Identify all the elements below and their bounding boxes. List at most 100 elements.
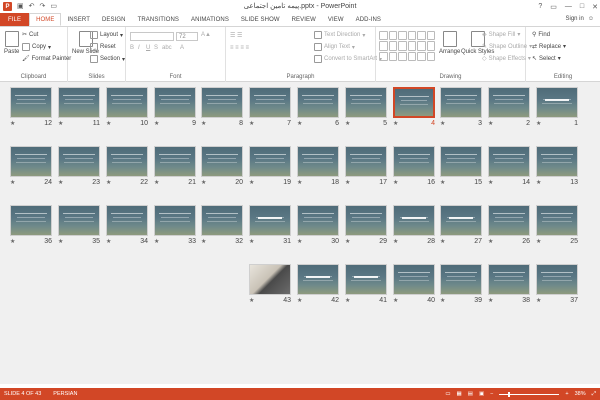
slide-thumbnail[interactable]: ★ 27 (440, 205, 482, 245)
slide-preview[interactable] (488, 87, 530, 118)
shape-cell[interactable] (426, 51, 435, 61)
slide-preview[interactable] (106, 87, 148, 118)
slide-preview[interactable] (201, 146, 243, 177)
tab-insert[interactable]: INSERT (61, 13, 96, 26)
slide-preview[interactable] (249, 146, 291, 177)
transition-star-icon[interactable]: ★ (58, 120, 63, 127)
slide-preview[interactable] (154, 146, 196, 177)
copy-button[interactable]: Copy ▾ (22, 43, 51, 51)
slide-thumbnail[interactable]: ★ 35 (58, 205, 100, 245)
slide-thumbnail[interactable]: ★ 33 (154, 205, 196, 245)
shape-cell[interactable] (398, 51, 407, 61)
transition-star-icon[interactable]: ★ (249, 297, 254, 304)
transition-star-icon[interactable]: ★ (297, 297, 302, 304)
slide-thumbnail[interactable]: ★ 41 (345, 264, 387, 304)
slide-preview[interactable] (488, 146, 530, 177)
transition-star-icon[interactable]: ★ (249, 179, 254, 186)
tab-file[interactable]: FILE (0, 13, 30, 26)
convert-smartart-button[interactable]: Convert to SmartArt ▾ (314, 55, 382, 63)
slide-preview[interactable] (536, 264, 578, 295)
slide-thumbnail[interactable]: ★ 15 (440, 146, 482, 186)
slide-sorter[interactable]: ★ 1 ★ 2 ★ 3 ★ 4 ★ 5 ★ 6 ★ 7 ★ 8 ★ 9 ★ 10 ★ 11 ★ 12 ★ 13 ★ 14 ★ 15 ★ 16 ★… (0, 82, 600, 384)
slide-preview[interactable] (393, 264, 435, 295)
find-button[interactable]: ⚲ Find (532, 31, 550, 39)
transition-star-icon[interactable]: ★ (345, 120, 350, 127)
slide-thumbnail[interactable]: ★ 34 (106, 205, 148, 245)
shape-cell[interactable] (426, 31, 435, 41)
transition-star-icon[interactable]: ★ (10, 238, 15, 245)
shape-fill-button[interactable]: ◈ Shape Fill ▾ (482, 31, 520, 39)
transition-star-icon[interactable]: ★ (440, 238, 445, 245)
shape-outline-button[interactable]: ✎ Shape Outline ▾ (482, 43, 532, 51)
slide-thumbnail[interactable]: ★ 24 (10, 146, 52, 186)
slide-preview[interactable] (440, 87, 482, 118)
slide-preview[interactable] (297, 205, 339, 236)
slide-thumbnail[interactable]: ★ 22 (106, 146, 148, 186)
slide-sorter-view-icon[interactable]: ▦ (457, 391, 462, 397)
replace-button[interactable]: ⇄ Replace ▾ (532, 43, 566, 51)
transition-star-icon[interactable]: ★ (345, 179, 350, 186)
slide-thumbnail[interactable]: ★ 43 (249, 264, 291, 304)
slide-preview[interactable] (440, 146, 482, 177)
slide-preview[interactable] (297, 146, 339, 177)
maximize-icon[interactable]: □ (580, 3, 584, 10)
transition-star-icon[interactable]: ★ (154, 179, 159, 186)
transition-star-icon[interactable]: ★ (297, 238, 302, 245)
align-icons[interactable]: ≡ ≡ ≡ ≡ (230, 45, 249, 51)
tab-animations[interactable]: ANIMATIONS (185, 13, 235, 26)
select-button[interactable]: ↖ Select ▾ (532, 55, 561, 63)
font-name-combo[interactable] (130, 32, 174, 41)
arrange-button[interactable]: Arrange (439, 31, 460, 55)
slide-preview[interactable] (297, 264, 339, 295)
transition-star-icon[interactable]: ★ (249, 120, 254, 127)
slideshow-icon[interactable]: ▭ (50, 3, 57, 10)
transition-star-icon[interactable]: ★ (106, 120, 111, 127)
smiley-icon[interactable]: ☺ (588, 16, 594, 22)
transition-star-icon[interactable]: ★ (297, 120, 302, 127)
transition-star-icon[interactable]: ★ (536, 120, 541, 127)
transition-star-icon[interactable]: ★ (58, 179, 63, 186)
paste-button[interactable]: Paste (4, 31, 19, 55)
slide-thumbnail[interactable]: ★ 2 (488, 87, 530, 127)
slide-preview[interactable] (201, 87, 243, 118)
transition-star-icon[interactable]: ★ (440, 179, 445, 186)
slide-thumbnail[interactable]: ★ 30 (297, 205, 339, 245)
transition-star-icon[interactable]: ★ (345, 297, 350, 304)
transition-star-icon[interactable]: ★ (106, 238, 111, 245)
transition-star-icon[interactable]: ★ (488, 297, 493, 304)
slide-preview[interactable] (249, 205, 291, 236)
strikethrough-icon[interactable]: abc (162, 45, 172, 51)
slide-thumbnail[interactable]: ★ 12 (10, 87, 52, 127)
bold-icon[interactable]: B (130, 45, 134, 51)
transition-star-icon[interactable]: ★ (201, 179, 206, 186)
shape-cell[interactable] (388, 51, 397, 61)
slide-thumbnail[interactable]: ★ 4 (393, 87, 435, 127)
slide-thumbnail[interactable]: ★ 23 (58, 146, 100, 186)
transition-star-icon[interactable]: ★ (58, 238, 63, 245)
slide-preview[interactable] (393, 146, 435, 177)
slide-preview[interactable] (154, 205, 196, 236)
slide-thumbnail[interactable]: ★ 42 (297, 264, 339, 304)
shape-effects-button[interactable]: ◇ Shape Effects ▾ (482, 55, 531, 63)
slide-thumbnail[interactable]: ★ 9 (154, 87, 196, 127)
tab-home[interactable]: HOME (29, 13, 62, 26)
slide-preview[interactable] (536, 205, 578, 236)
shape-cell[interactable] (407, 51, 416, 61)
slide-preview[interactable] (154, 87, 196, 118)
slide-preview[interactable] (106, 146, 148, 177)
slide-preview[interactable] (10, 87, 52, 118)
text-direction-button[interactable]: Text Direction ▾ (314, 31, 365, 39)
slide-thumbnail[interactable]: ★ 13 (536, 146, 578, 186)
signin-link[interactable]: Sign in (566, 16, 584, 22)
shadow-icon[interactable]: S (154, 45, 158, 51)
shape-cell[interactable] (388, 41, 397, 51)
slide-thumbnail[interactable]: ★ 6 (297, 87, 339, 127)
slide-preview[interactable] (249, 264, 291, 295)
transition-star-icon[interactable]: ★ (488, 120, 493, 127)
slide-thumbnail[interactable]: ★ 19 (249, 146, 291, 186)
transition-star-icon[interactable]: ★ (201, 120, 206, 127)
transition-star-icon[interactable]: ★ (393, 297, 398, 304)
transition-star-icon[interactable]: ★ (154, 238, 159, 245)
font-size-combo[interactable]: 72 (176, 32, 198, 41)
slide-thumbnail[interactable]: ★ 7 (249, 87, 291, 127)
